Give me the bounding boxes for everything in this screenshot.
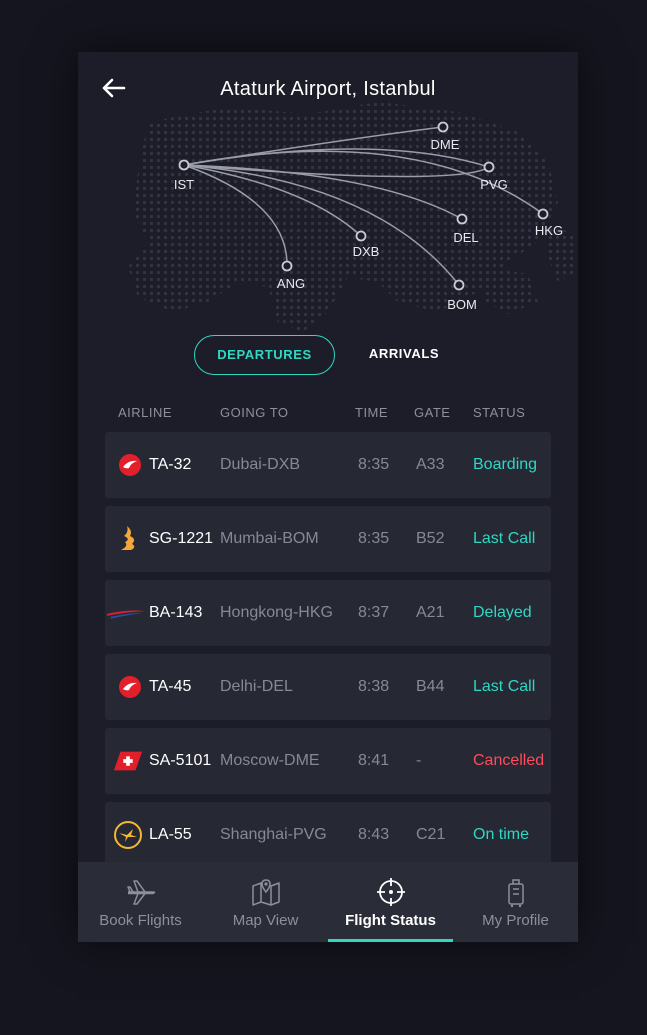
flight-time: 8:43 xyxy=(358,826,390,843)
app-screen: IST DME PVG HKG DEL DXB ANG BOM Ataturk … xyxy=(78,52,578,942)
flight-time: 8:35 xyxy=(358,456,390,473)
map-label-dest: HKG xyxy=(535,223,563,238)
flight-time: 8:41 xyxy=(358,752,390,769)
column-header-status: STATUS xyxy=(473,405,526,420)
flight-status: Boarding xyxy=(473,456,538,473)
map-label-origin: IST xyxy=(174,177,194,192)
flight-row[interactable]: SG-1221 Mumbai-BOM 8:35 B52 Last Call xyxy=(105,506,551,572)
flight-code: TA-45 xyxy=(149,678,192,695)
nav-item-map-view[interactable]: Map View xyxy=(203,862,328,942)
flight-destination: Dubai-DXB xyxy=(220,456,301,473)
flight-destination: Shanghai-PVG xyxy=(220,826,327,843)
flight-gate: - xyxy=(416,752,422,769)
flight-row[interactable]: LA-55 Shanghai-PVG 8:43 C21 On time xyxy=(105,802,551,868)
flight-time: 8:37 xyxy=(358,604,390,621)
map-label-dest: DEL xyxy=(453,230,478,245)
flight-gate: A21 xyxy=(416,604,445,621)
flight-row[interactable]: TA-32 Dubai-DXB 8:35 A33 Boarding xyxy=(105,432,551,498)
swiss-logo-icon xyxy=(113,751,143,771)
nav-label: My Profile xyxy=(482,912,549,929)
lufthansa-logo-icon xyxy=(114,821,142,849)
flight-status: Last Call xyxy=(473,530,536,547)
plane-icon xyxy=(127,880,156,905)
map-label-dest: DXB xyxy=(353,244,380,259)
column-header-going-to: GOING TO xyxy=(220,405,289,420)
flight-time: 8:35 xyxy=(358,530,390,547)
page-title: Ataturk Airport, Istanbul xyxy=(220,78,436,100)
flight-status: Last Call xyxy=(473,678,536,695)
flight-row[interactable]: BA-143 Hongkong-HKG 8:37 A21 Delayed xyxy=(105,580,551,646)
turkish-airlines-logo-icon xyxy=(119,454,141,476)
flight-row[interactable]: TA-45 Delhi-DEL 8:38 B44 Last Call xyxy=(105,654,551,720)
tab-departures[interactable]: DEPARTURES xyxy=(194,335,335,375)
british-airways-logo-icon xyxy=(107,610,145,619)
flight-gate: C21 xyxy=(416,826,446,843)
tab-arrivals[interactable]: ARRIVALS xyxy=(364,335,444,373)
flight-status: Delayed xyxy=(473,604,532,621)
flight-gate: B44 xyxy=(416,678,445,695)
bottom-nav: Book Flights Map View Flight Status My P… xyxy=(78,862,578,942)
world-map-dots xyxy=(128,102,576,332)
route-map: IST DME PVG HKG DEL DXB ANG BOM Ataturk … xyxy=(78,52,578,342)
flight-destination: Delhi-DEL xyxy=(220,678,293,695)
map-icon xyxy=(252,879,280,906)
column-header-gate: GATE xyxy=(414,405,451,420)
flight-status: On time xyxy=(473,826,530,843)
nav-item-book-flights[interactable]: Book Flights xyxy=(78,862,203,942)
flight-code: LA-55 xyxy=(149,826,192,843)
map-label-dest: BOM xyxy=(447,297,477,312)
flight-code: BA-143 xyxy=(149,604,203,621)
flight-status: Cancelled xyxy=(473,752,545,769)
map-label-dest: ANG xyxy=(277,276,305,291)
flight-time: 8:38 xyxy=(358,678,390,695)
luggage-icon xyxy=(508,879,524,908)
nav-label: Flight Status xyxy=(345,912,436,929)
nav-item-my-profile[interactable]: My Profile xyxy=(453,862,578,942)
column-header-airline: AIRLINE xyxy=(118,405,173,420)
map-label-dest: DME xyxy=(431,137,460,152)
nav-item-flight-status[interactable]: Flight Status xyxy=(328,862,453,942)
singapore-airlines-logo-icon xyxy=(121,526,135,550)
column-header-time: TIME xyxy=(355,405,389,420)
flight-code: SG-1221 xyxy=(149,530,214,547)
flight-destination: Moscow-DME xyxy=(220,752,320,769)
nav-label: Map View xyxy=(232,912,299,929)
flight-gate: A33 xyxy=(416,456,445,473)
crosshair-icon xyxy=(377,878,405,906)
flight-code: SA-5101 xyxy=(149,752,212,769)
flight-gate: B52 xyxy=(416,530,445,547)
map-label-dest: PVG xyxy=(480,177,507,192)
active-tab-indicator xyxy=(328,939,453,942)
flight-code: TA-32 xyxy=(149,456,192,473)
turkish-airlines-logo-icon xyxy=(119,676,141,698)
flight-row[interactable]: SA-5101 Moscow-DME 8:41 - Cancelled xyxy=(105,728,551,794)
flight-destination: Hongkong-HKG xyxy=(220,604,333,621)
nav-label: Book Flights xyxy=(99,912,182,929)
flight-destination: Mumbai-BOM xyxy=(220,530,319,547)
